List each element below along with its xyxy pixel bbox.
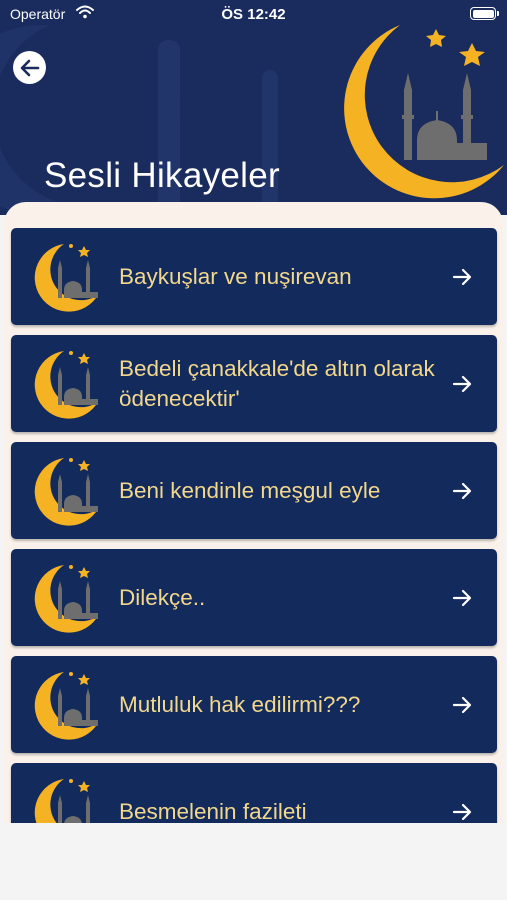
story-title: Mutluluk hak edilirmi??? — [119, 691, 361, 717]
story-list-item[interactable]: Beni kendinle meşgul eyle — [11, 442, 497, 539]
story-title: Beni kendinle meşgul eyle — [119, 477, 381, 503]
arrow-right-icon — [452, 803, 472, 820]
stories-panel: Baykuşlar ve nuşirevan Bedeli çanakkale'… — [4, 202, 503, 842]
back-button[interactable] — [13, 51, 46, 84]
header: Operatör ÖS 12:42 Sesli Hikayeler — [0, 0, 507, 215]
arrow-right-icon — [452, 482, 472, 499]
story-list-item[interactable]: Mutluluk hak edilirmi??? — [11, 656, 497, 753]
story-title: Besmelenin fazileti — [119, 798, 307, 824]
crescent-mosque-thumbnail-icon — [34, 458, 98, 526]
arrow-right-icon — [452, 375, 472, 392]
crescent-mosque-thumbnail-icon — [34, 565, 98, 633]
crescent-moon-mosque-icon — [344, 25, 504, 199]
arrow-right-icon — [452, 696, 472, 713]
status-time: ÖS 12:42 — [221, 6, 286, 23]
story-title: Dilekçe.. — [119, 584, 206, 610]
crescent-mosque-thumbnail-icon — [34, 351, 98, 419]
story-title: Baykuşlar ve nuşirevan — [119, 263, 352, 289]
crescent-mosque-thumbnail-icon — [34, 672, 98, 740]
crescent-mosque-thumbnail-icon — [34, 244, 98, 312]
story-list-item[interactable]: Bedeli çanakkale'de altın olarak ödenece… — [11, 335, 497, 432]
status-bar: Operatör ÖS 12:42 — [0, 0, 507, 30]
battery-icon — [470, 7, 499, 20]
story-list-item[interactable]: Dilekçe.. — [11, 549, 497, 646]
bottom-bar — [0, 823, 507, 900]
page-title: Sesli Hikayeler — [44, 156, 280, 195]
story-title: Bedeli çanakkale'de altın olarak ödenece… — [119, 355, 435, 411]
arrow-right-icon — [452, 589, 472, 606]
arrow-right-icon — [452, 268, 472, 285]
story-list-item[interactable]: Baykuşlar ve nuşirevan — [11, 228, 497, 325]
stories-list[interactable]: Baykuşlar ve nuşirevan Bedeli çanakkale'… — [4, 228, 503, 842]
arrow-left-icon — [20, 59, 39, 76]
